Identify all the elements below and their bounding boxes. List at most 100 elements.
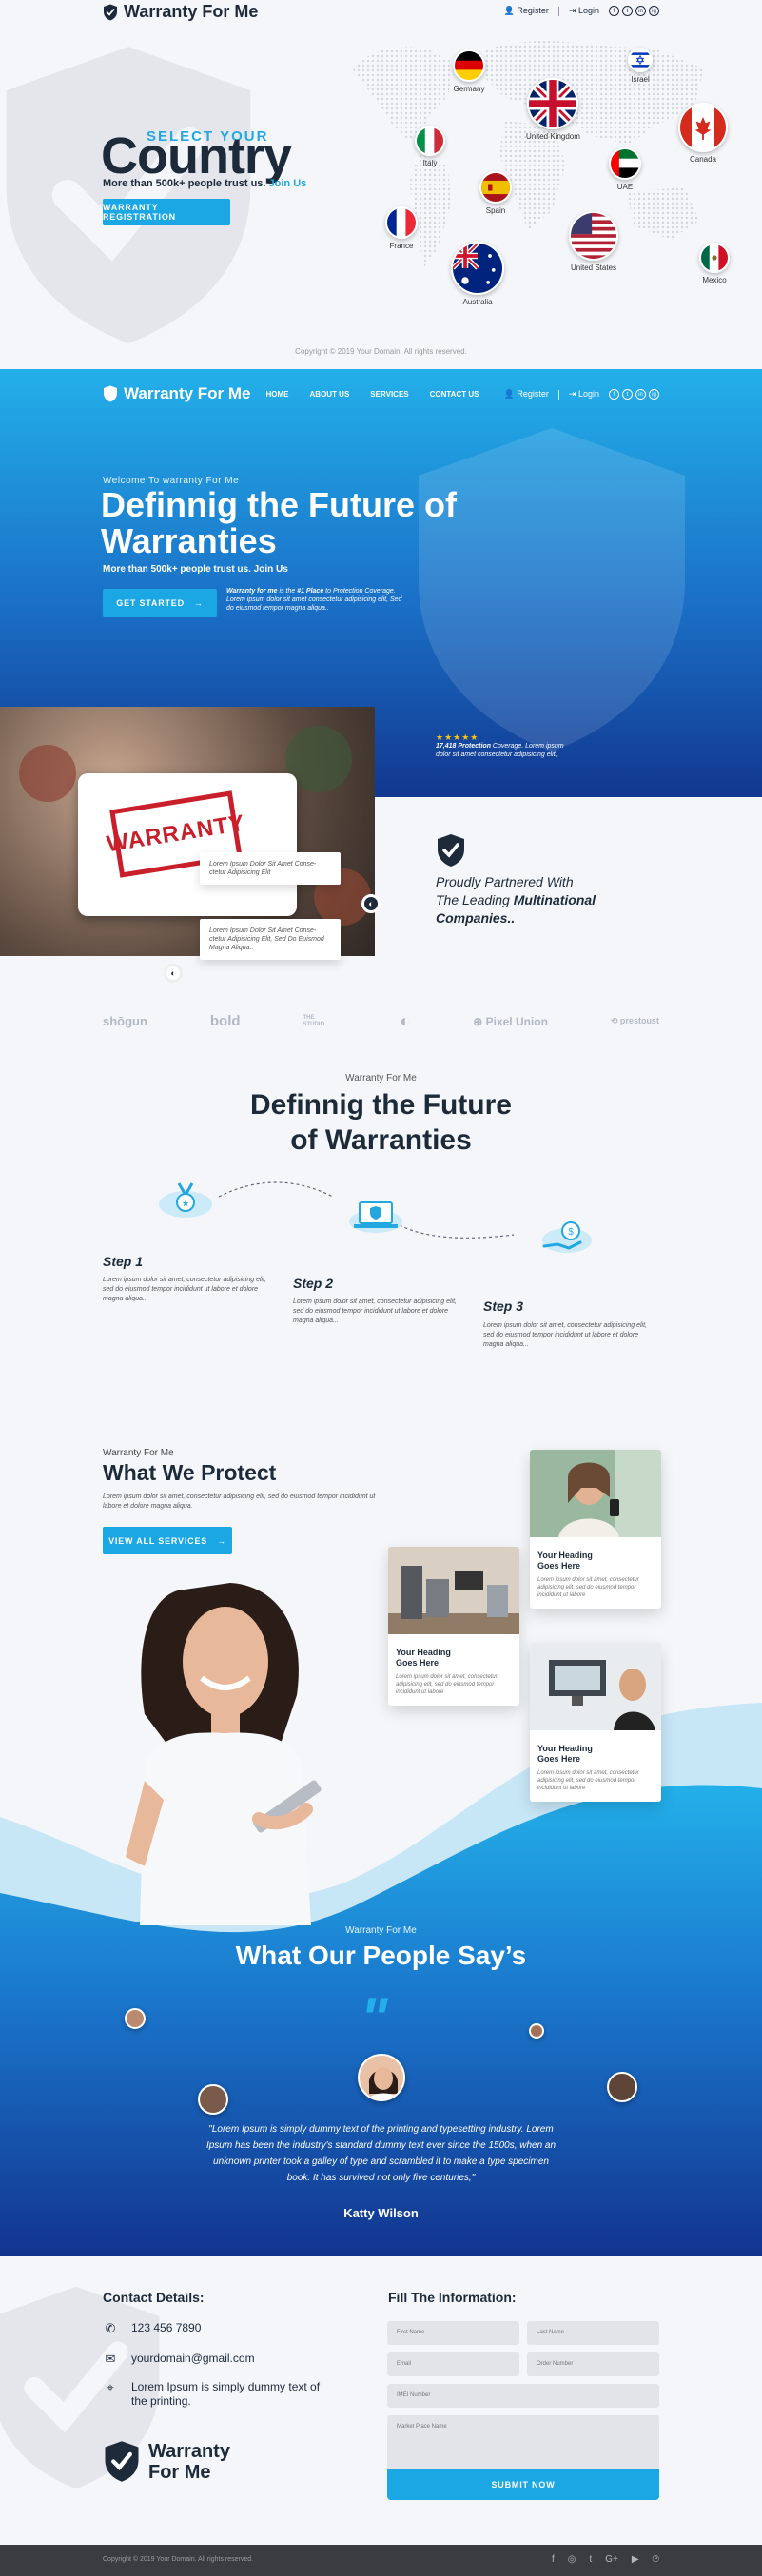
service-card-appliances[interactable]: Your Heading Goes Here Lorem ipsum dolor…	[388, 1547, 519, 1706]
step-3-title: Step 3	[483, 1298, 524, 1314]
step-1-title: Step 1	[103, 1254, 144, 1269]
step-2-title: Step 2	[293, 1276, 334, 1291]
google-plus-icon[interactable]: G+	[605, 2554, 618, 2565]
hero-note: Warranty for me is the #1 Place to Prote…	[226, 587, 407, 613]
steps-kicker: Warranty For Me	[345, 1073, 417, 1083]
get-started-button[interactable]: GET STARTED →	[103, 589, 217, 617]
contact-phone[interactable]: ✆ 123 456 7890	[103, 2321, 202, 2336]
join-us-link[interactable]: Join Us	[254, 564, 288, 575]
nav-home[interactable]: HOME	[266, 390, 289, 399]
instagram-icon[interactable]: ◎	[568, 2554, 576, 2565]
footer-brand-logo[interactable]: Warranty For Me	[103, 2440, 230, 2483]
steps-title-line-2: of Warranties	[290, 1124, 472, 1156]
hero-note-brand: Warranty for me	[226, 588, 278, 595]
contact-address-value: Lorem Ipsum is simply dummy text of the …	[131, 2380, 321, 2408]
contact-email-value: yourdomain@gmail.com	[131, 2352, 255, 2365]
avatar[interactable]	[125, 2008, 146, 2029]
contact-email[interactable]: ✉ yourdomain@gmail.com	[103, 2352, 255, 2367]
brand-line-2: For Me	[148, 2461, 211, 2483]
pinterest-icon[interactable]: ℗	[653, 2554, 659, 2565]
card-heading: Your Heading Goes Here	[537, 1744, 593, 1764]
divider	[557, 389, 559, 400]
card-heading: Your Heading Goes Here	[396, 1648, 451, 1668]
nav-services[interactable]: SERVICES	[370, 390, 408, 399]
login-label: Login	[577, 389, 599, 399]
partner-brands: shōgun bold THE STUDIO ◐ ⊕ Pixel Union ⟲…	[103, 1011, 659, 1031]
hotspot-icon[interactable]: ◐	[164, 964, 183, 983]
shield-logo-icon	[103, 2440, 141, 2483]
submit-label: SUBMIT NOW	[491, 2480, 556, 2489]
callout-box-1: Lorem Ipsum Dolor Sit Amet Conse- ctetur…	[200, 852, 341, 885]
contact-phone-value: 123 456 7890	[131, 2321, 202, 2334]
footer-brand-name: Warranty For Me	[148, 2441, 230, 2483]
view-all-services-button[interactable]: VIEW ALL SERVICES →	[103, 1527, 232, 1554]
card-text: Lorem ipsum dolor sit amet, consectetur …	[396, 1674, 498, 1695]
man-computer-photo	[530, 1643, 661, 1730]
service-card-computer[interactable]: Your Heading Goes Here Lorem ipsum dolor…	[530, 1643, 661, 1802]
medal-icon: ★	[159, 1182, 212, 1218]
register-label: Register	[517, 389, 549, 399]
svg-text:$: $	[568, 1227, 574, 1238]
step-1-text: Lorem ipsum dolor sit amet, consectetur …	[103, 1277, 266, 1302]
order-number-field[interactable]: Order Number	[527, 2352, 659, 2376]
nav-contact-us[interactable]: CONTACT US	[430, 390, 479, 399]
mail-icon: ✉	[105, 2352, 116, 2366]
login-link[interactable]: ⇥ Login	[569, 389, 599, 400]
brand-shogun-logo: shōgun	[103, 1014, 147, 1028]
steps-title-line-1: Definnig the Future	[250, 1089, 512, 1121]
nav-about-us[interactable]: ABOUT US	[310, 390, 350, 399]
phone-icon: ✆	[105, 2321, 116, 2335]
submit-button[interactable]: SUBMIT NOW	[387, 2469, 659, 2500]
callout-box-2: Lorem Ipsum Dolor Sit Amet Conse- ctetur…	[200, 919, 341, 960]
youtube-icon[interactable]: ▶	[632, 2554, 639, 2565]
hotspot-icon[interactable]: ◐	[361, 894, 381, 913]
shield-check-icon	[436, 833, 466, 868]
service-card-smartphone[interactable]: Your Heading Goes Here Lorem ipsum dolor…	[530, 1450, 661, 1609]
facebook-icon[interactable]: f	[552, 2554, 555, 2565]
form-title: Fill The Information:	[388, 2290, 517, 2305]
avatar[interactable]	[529, 2023, 544, 2039]
brand-logo-white[interactable]: Warranty For Me	[103, 384, 251, 403]
email-field[interactable]: Email	[387, 2352, 519, 2376]
location-pin-icon: ⌖	[107, 2380, 114, 2394]
market-place-field[interactable]: Market Place Name	[387, 2415, 659, 2469]
contact-address: ⌖ Lorem Ipsum is simply dummy text of th…	[103, 2380, 331, 2409]
instagram-icon[interactable]: ig	[649, 389, 659, 400]
svg-text:★: ★	[182, 1199, 189, 1208]
shield-logo-icon	[103, 385, 118, 402]
footer-bar: Copyright © 2019 Your Domain. All rights…	[0, 2545, 762, 2576]
partner-line-1: Proudly Partnered With	[436, 874, 574, 889]
hero-note-bold: #1 Place	[297, 588, 324, 595]
avatar[interactable]	[607, 2072, 637, 2102]
brand-prestoust-logo: ⟲ prestoust	[610, 1016, 659, 1025]
brand-studio-logo: THE STUDIO	[303, 1014, 325, 1027]
last-name-field[interactable]: Last Name	[527, 2321, 659, 2345]
step-2-text: Lorem ipsum dolor sit amet, consectetur …	[293, 1298, 457, 1324]
hero-note-mid: is the	[277, 588, 298, 595]
protect-text: Lorem ipsum dolor sit amet, consectetur …	[103, 1493, 376, 1510]
partner-line-2: The Leading Multinational	[436, 891, 616, 909]
contact-title: Contact Details:	[103, 2290, 205, 2305]
arrow-right-icon: →	[193, 598, 204, 608]
testimonial-author: Katty Wilson	[343, 2206, 419, 2220]
hand-coin-icon: $	[542, 1221, 592, 1253]
avatar[interactable]	[198, 2084, 228, 2115]
card-text: Lorem ipsum dolor sit amet, consectetur …	[537, 1770, 639, 1791]
card-text: Lorem ipsum dolor sit amet, consectetur …	[537, 1577, 639, 1598]
testimonial-quote: "Lorem Ipsum is simply dummy text of the…	[205, 2124, 557, 2183]
first-name-field[interactable]: First Name	[387, 2321, 519, 2345]
imei-field[interactable]: IMEI Number	[387, 2384, 659, 2408]
partner-line-3a: Companies..	[436, 910, 516, 926]
hero-background-shield-icon	[400, 419, 704, 761]
floral-pattern	[19, 745, 76, 802]
footer-social-icons: f ◎ t G+ ▶ ℗	[552, 2554, 659, 2565]
brand-name: Warranty For Me	[124, 384, 251, 402]
linkedin-icon[interactable]: in	[635, 389, 646, 400]
register-link[interactable]: 👤 Register	[504, 389, 549, 400]
quote-icon: "	[361, 1986, 388, 2050]
twitter-icon[interactable]: t	[622, 389, 633, 400]
brand-line-1: Warranty	[148, 2440, 230, 2462]
twitter-icon[interactable]: t	[590, 2554, 593, 2565]
facebook-icon[interactable]: f	[609, 389, 619, 400]
avatar-active[interactable]	[358, 2054, 405, 2101]
